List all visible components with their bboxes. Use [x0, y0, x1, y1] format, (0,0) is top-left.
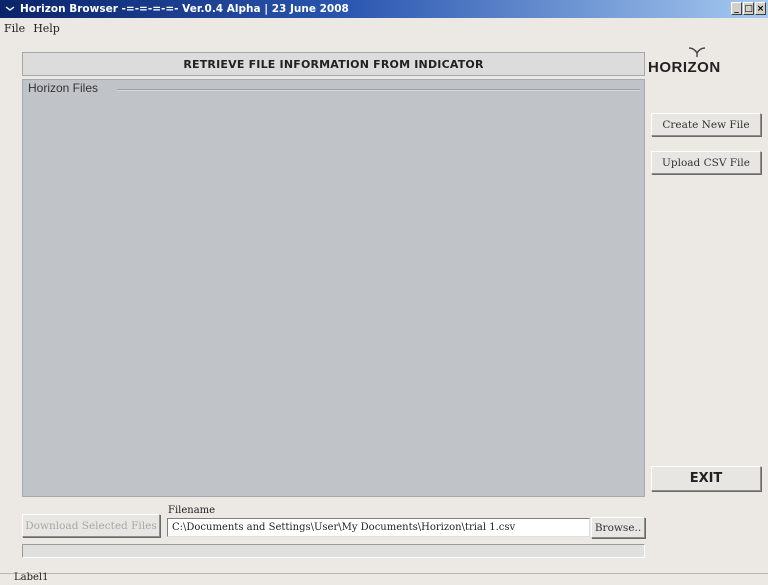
close-button[interactable]: ×: [755, 2, 766, 15]
menu-help[interactable]: Help: [29, 22, 64, 35]
exit-button[interactable]: EXIT: [651, 466, 761, 491]
horizon-logo: HORIZON: [648, 46, 738, 78]
menu-bar: File Help: [0, 18, 768, 38]
filename-field[interactable]: [167, 518, 590, 537]
minimize-button[interactable]: _: [731, 2, 742, 15]
horizon-files-list[interactable]: [27, 98, 640, 492]
section-header-title: RETRIEVE FILE INFORMATION FROM INDICATOR: [183, 57, 484, 71]
create-new-file-button[interactable]: Create New File: [651, 113, 761, 136]
status-bar: Label1: [0, 572, 768, 585]
horizon-files-group: Horizon Files: [22, 79, 645, 497]
horizon-logo-mark-icon: [688, 47, 706, 57]
window-controls: _ □ ×: [731, 2, 766, 15]
filename-label: Filename: [168, 505, 216, 516]
window-title: Horizon Browser -=-=-=-=- Ver.0.4 Alpha …: [20, 3, 349, 15]
download-selected-files-button[interactable]: Download Selected Files: [22, 514, 160, 537]
group-divider: [117, 89, 640, 91]
app-icon: [4, 3, 16, 15]
section-header: RETRIEVE FILE INFORMATION FROM INDICATOR: [22, 52, 645, 76]
maximize-button[interactable]: □: [743, 2, 754, 15]
menu-file[interactable]: File: [0, 22, 29, 35]
progress-bar: [22, 544, 645, 558]
horizon-logo-text: HORIZON: [648, 59, 721, 76]
status-label: Label1: [14, 572, 49, 583]
horizon-files-label: Horizon Files: [28, 81, 103, 95]
title-bar[interactable]: Horizon Browser -=-=-=-=- Ver.0.4 Alpha …: [0, 0, 768, 18]
browse-button[interactable]: Browse..: [591, 517, 645, 538]
upload-csv-file-button[interactable]: Upload CSV File: [651, 151, 761, 174]
